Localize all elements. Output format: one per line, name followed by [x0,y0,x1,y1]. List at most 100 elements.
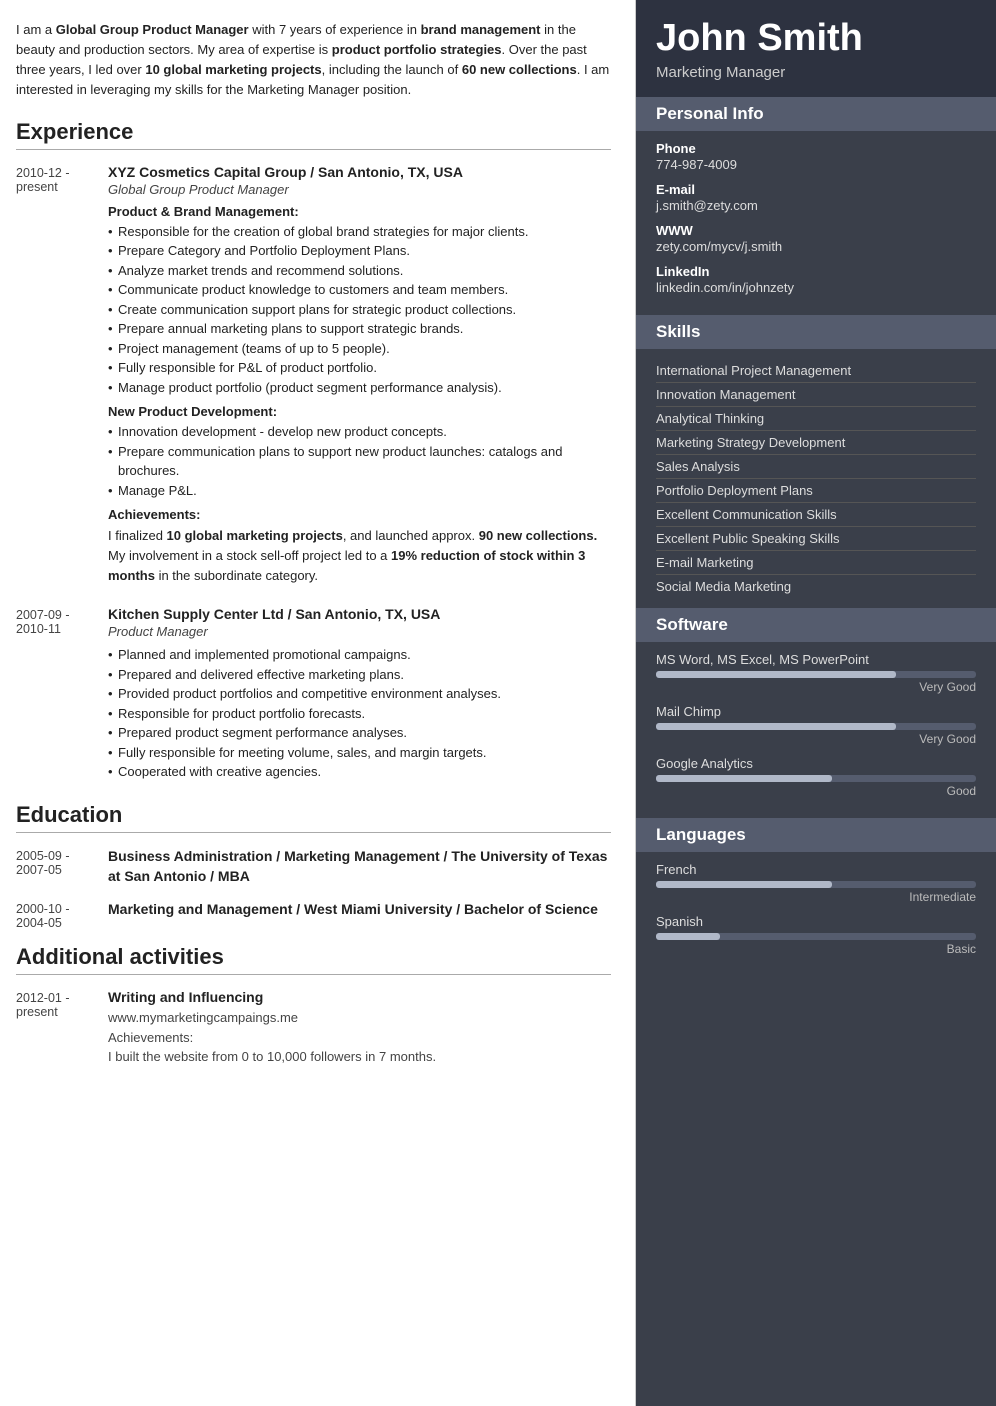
exp-content-1: XYZ Cosmetics Capital Group / San Antoni… [108,164,611,587]
candidate-job-title: Marketing Manager [656,64,976,81]
bullet-item: Responsible for product portfolio foreca… [108,704,611,724]
www-value: zety.com/mycv/j.smith [656,239,976,254]
language-2: Spanish Basic [656,914,976,956]
right-column: John Smith Marketing Manager Personal In… [636,0,996,1406]
languages-section-title: Languages [636,818,996,852]
software-name-2: Mail Chimp [656,704,976,719]
exp-bullets-2: Planned and implemented promotional camp… [108,645,611,782]
personal-info-body: Phone 774-987-4009 E-mail j.smith@zety.c… [636,141,996,315]
right-header: John Smith Marketing Manager [636,0,996,97]
info-email: E-mail j.smith@zety.com [656,182,976,213]
skills-section-title: Skills [636,315,996,349]
linkedin-label: LinkedIn [656,264,976,279]
skill-6: Portfolio Deployment Plans [656,479,976,503]
bullet-item: Responsible for the creation of global b… [108,222,611,242]
exp-bullets-npd: Innovation development - develop new pro… [108,422,611,500]
additional-detail-achievements-text: I built the website from 0 to 10,000 fol… [108,1047,611,1067]
education-section-title: Education [16,802,611,833]
software-1: MS Word, MS Excel, MS PowerPoint Very Go… [656,652,976,694]
skill-1: International Project Management [656,359,976,383]
lang-label-1: Intermediate [656,890,976,904]
bullet-item: Prepare communication plans to support n… [108,442,611,481]
software-label-3: Good [656,784,976,798]
www-label: WWW [656,223,976,238]
exp-achievements-text: I finalized 10 global marketing projects… [108,526,611,586]
bullet-item: Communicate product knowledge to custome… [108,280,611,300]
lang-bar-bg-1 [656,881,976,888]
skill-4: Marketing Strategy Development [656,431,976,455]
info-phone: Phone 774-987-4009 [656,141,976,172]
lang-label-2: Basic [656,942,976,956]
info-linkedin: LinkedIn linkedin.com/in/johnzety [656,264,976,295]
languages-body: French Intermediate Spanish Basic [636,862,996,976]
skill-8: Excellent Public Speaking Skills [656,527,976,551]
software-bar-fill-1 [656,671,896,678]
edu-content-2: Marketing and Management / West Miami Un… [108,900,611,930]
additional-content-1: Writing and Influencing www.mymarketingc… [108,989,611,1067]
bullet-item: Manage P&L. [108,481,611,501]
bullet-item: Provided product portfolios and competit… [108,684,611,704]
bullet-item: Fully responsible for meeting volume, sa… [108,743,611,763]
bullet-item: Prepare Category and Portfolio Deploymen… [108,241,611,261]
software-bar-fill-3 [656,775,832,782]
additional-title-1: Writing and Influencing [108,989,611,1005]
software-bar-bg-1 [656,671,976,678]
software-2: Mail Chimp Very Good [656,704,976,746]
edu-date-1: 2005-09 -2007-05 [16,847,96,886]
skill-2: Innovation Management [656,383,976,407]
software-bar-bg-2 [656,723,976,730]
exp-role-1: Global Group Product Manager [108,182,611,197]
lang-bar-fill-2 [656,933,720,940]
bullet-item: Cooperated with creative agencies. [108,762,611,782]
software-bar-fill-2 [656,723,896,730]
bullet-item: Manage product portfolio (product segmen… [108,378,611,398]
bullet-item: Prepare annual marketing plans to suppor… [108,319,611,339]
edu-degree-2: Marketing and Management / West Miami Un… [108,900,611,920]
lang-name-2: Spanish [656,914,976,929]
exp-subsection-npd: New Product Development: [108,404,611,419]
bullet-item: Fully responsible for P&L of product por… [108,358,611,378]
software-label-1: Very Good [656,680,976,694]
exp-subsection-achievements: Achievements: [108,507,611,522]
edu-content-1: Business Administration / Marketing Mana… [108,847,611,886]
software-name-3: Google Analytics [656,756,976,771]
personal-info-section-title: Personal Info [636,97,996,131]
software-3: Google Analytics Good [656,756,976,798]
exp-bullets-brand: Responsible for the creation of global b… [108,222,611,398]
skill-3: Analytical Thinking [656,407,976,431]
exp-subsection-brand: Product & Brand Management: [108,204,611,219]
skill-7: Excellent Communication Skills [656,503,976,527]
software-bar-bg-3 [656,775,976,782]
exp-date-1: 2010-12 -present [16,164,96,587]
linkedin-value: linkedin.com/in/johnzety [656,280,976,295]
lang-bar-bg-2 [656,933,976,940]
email-label: E-mail [656,182,976,197]
education-entry-2: 2000-10 -2004-05 Marketing and Managemen… [16,900,611,930]
skill-5: Sales Analysis [656,455,976,479]
experience-entry-1: 2010-12 -present XYZ Cosmetics Capital G… [16,164,611,587]
bullet-item: Planned and implemented promotional camp… [108,645,611,665]
edu-degree-1: Business Administration / Marketing Mana… [108,847,611,886]
lang-name-1: French [656,862,976,877]
bullet-item: Analyze market trends and recommend solu… [108,261,611,281]
phone-label: Phone [656,141,976,156]
experience-entry-2: 2007-09 -2010-11 Kitchen Supply Center L… [16,606,611,782]
exp-date-2: 2007-09 -2010-11 [16,606,96,782]
bullet-item: Create communication support plans for s… [108,300,611,320]
software-body: MS Word, MS Excel, MS PowerPoint Very Go… [636,652,996,818]
bullet-item: Innovation development - develop new pro… [108,422,611,442]
software-label-2: Very Good [656,732,976,746]
bullet-item: Project management (teams of up to 5 peo… [108,339,611,359]
intro-paragraph: I am a Global Group Product Manager with… [16,20,611,101]
skill-10: Social Media Marketing [656,575,976,598]
exp-company-1: XYZ Cosmetics Capital Group / San Antoni… [108,164,611,180]
additional-detail-url: www.mymarketingcampaings.me [108,1008,611,1028]
additional-date-1: 2012-01 -present [16,989,96,1067]
exp-content-2: Kitchen Supply Center Ltd / San Antonio,… [108,606,611,782]
left-column: I am a Global Group Product Manager with… [0,0,636,1406]
lang-bar-fill-1 [656,881,832,888]
exp-company-2: Kitchen Supply Center Ltd / San Antonio,… [108,606,611,622]
education-entry-1: 2005-09 -2007-05 Business Administration… [16,847,611,886]
exp-role-2: Product Manager [108,624,611,639]
software-section-title: Software [636,608,996,642]
